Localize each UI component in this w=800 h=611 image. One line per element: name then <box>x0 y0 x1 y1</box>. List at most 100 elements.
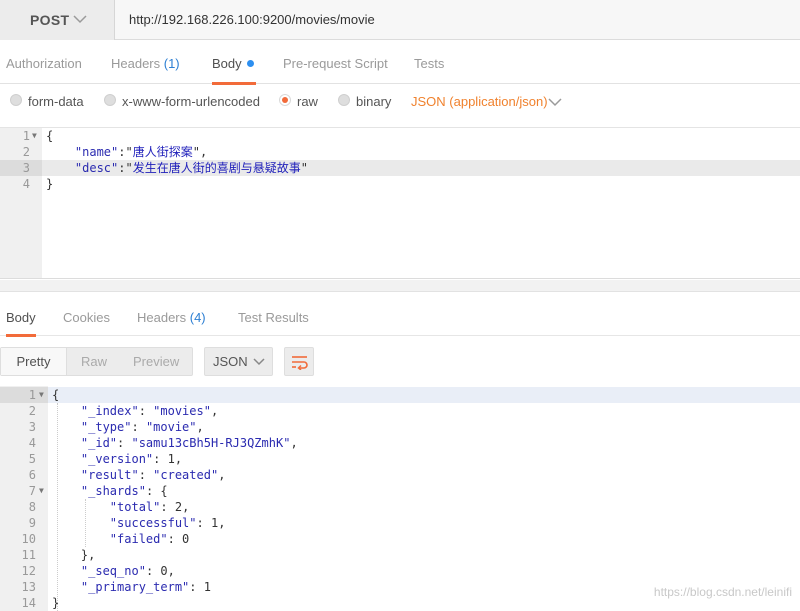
json-key: "_primary_term" <box>80 580 190 594</box>
json-number: 2 <box>174 500 183 514</box>
json-key: "successful" <box>109 516 197 530</box>
line-number: 7 <box>28 484 36 498</box>
tab-label: Cookies <box>63 310 110 325</box>
tab-label: Headers <box>111 56 164 71</box>
pane-divider[interactable] <box>0 280 800 292</box>
radio-form-data[interactable] <box>10 94 22 106</box>
tab-test-results[interactable]: Test Results <box>238 292 309 336</box>
active-line-highlight <box>48 387 800 403</box>
line-number: 14 <box>21 596 36 610</box>
chevron-down-icon <box>253 358 265 366</box>
view-raw-button[interactable]: Raw <box>81 348 107 375</box>
view-mode-group: Pretty Raw Preview <box>0 347 193 376</box>
line-number: 1 <box>22 129 30 143</box>
line-number: 2 <box>22 145 30 159</box>
content-type-select[interactable]: JSON (application/json) <box>411 94 548 109</box>
json-key: "total" <box>109 500 161 514</box>
line-number: 3 <box>28 420 36 434</box>
close-brace: } <box>46 177 54 191</box>
tab-label: Body <box>6 310 36 325</box>
json-key: "failed" <box>109 532 168 546</box>
response-body-viewer[interactable]: 1 2 3 4 5 6 7 8 9 10 11 12 13 14 ▼ ▼ { "… <box>0 386 800 611</box>
line-number: 4 <box>28 436 36 450</box>
tab-response-headers[interactable]: Headers (4) <box>137 292 206 336</box>
line-number: 1 <box>28 388 36 402</box>
request-body-editor[interactable]: 1 2 3 4 ▼ { "name":"唐人街探案", "desc":"发生在唐… <box>0 128 800 279</box>
fold-arrow-icon[interactable]: ▼ <box>32 128 37 144</box>
json-number: 0 <box>182 532 190 546</box>
format-label: JSON <box>213 354 248 369</box>
line-number: 9 <box>28 516 36 530</box>
tab-tests[interactable]: Tests <box>414 40 444 84</box>
radio-label-raw: raw <box>297 94 318 109</box>
json-key: "_type" <box>80 420 132 434</box>
response-tabs: Body Cookies Headers (4) Test Results <box>0 292 800 337</box>
json-number: 0 <box>160 564 168 578</box>
json-key: "_shards" <box>80 484 146 498</box>
word-wrap-icon <box>292 356 308 370</box>
json-key: "_id" <box>80 436 118 450</box>
radio-urlencoded[interactable] <box>104 94 116 106</box>
method-select[interactable]: POST <box>0 0 115 40</box>
fold-arrow-icon[interactable]: ▼ <box>39 387 44 403</box>
json-string: "movie" <box>145 420 197 434</box>
line-number: 8 <box>28 500 36 514</box>
tab-headers[interactable]: Headers (1) <box>111 40 180 84</box>
json-key: "_seq_no" <box>80 564 146 578</box>
request-tabs: Authorization Headers (1) Body Pre-reque… <box>0 40 800 85</box>
json-key: "desc" <box>74 161 119 175</box>
tab-cookies[interactable]: Cookies <box>63 292 110 336</box>
radio-label-form-data: form-data <box>28 94 84 109</box>
line-number: 6 <box>28 468 36 482</box>
json-string: 唐人街探案 <box>132 145 193 159</box>
json-string: 发生在唐人街的喜剧与悬疑故事 <box>132 161 301 175</box>
json-string: "movies" <box>153 404 211 418</box>
json-string: "created" <box>153 468 219 482</box>
tab-authorization[interactable]: Authorization <box>6 40 82 84</box>
fold-arrow-icon[interactable]: ▼ <box>39 483 44 499</box>
tab-label: Tests <box>414 56 445 71</box>
radio-binary[interactable] <box>338 94 350 106</box>
view-preview-button[interactable]: Preview <box>133 348 179 375</box>
radio-label-urlencoded: x-www-form-urlencoded <box>122 94 260 109</box>
word-wrap-button[interactable] <box>284 347 314 376</box>
tab-label: Headers <box>137 310 190 325</box>
line-number: 11 <box>21 548 36 562</box>
headers-count: (4) <box>189 310 206 325</box>
line-number: 4 <box>22 177 30 191</box>
tab-response-body[interactable]: Body <box>6 292 36 337</box>
modified-dot-icon <box>246 60 254 67</box>
url-input[interactable]: http://192.168.226.100:9200/movies/movie <box>115 0 800 40</box>
json-key: "name" <box>74 145 119 159</box>
line-number: 12 <box>21 564 36 578</box>
tab-label: Body <box>212 56 242 71</box>
json-number: 1 <box>167 452 175 466</box>
chevron-down-icon <box>73 15 87 24</box>
line-number: 3 <box>22 161 30 175</box>
tab-label: Pre-request Script <box>283 56 388 71</box>
request-url-bar: POST http://192.168.226.100:9200/movies/… <box>0 0 800 40</box>
tab-label: Authorization <box>6 56 82 71</box>
line-number: 10 <box>21 532 36 546</box>
tab-label: Test Results <box>238 310 309 325</box>
tab-body[interactable]: Body <box>212 40 256 85</box>
open-brace: { <box>46 129 54 143</box>
json-key: "_version" <box>80 452 154 466</box>
json-number: 1 <box>203 580 211 594</box>
json-key: "_index" <box>80 404 139 418</box>
body-type-row: form-data x-www-form-urlencoded raw bina… <box>0 84 800 128</box>
radio-raw[interactable] <box>279 94 291 106</box>
json-string: "samu13cBh5H-RJ3QZmhK" <box>131 436 291 450</box>
method-label: POST <box>30 12 70 28</box>
radio-label-binary: binary <box>356 94 392 109</box>
headers-count: (1) <box>163 56 180 71</box>
json-key: "result" <box>80 468 139 482</box>
line-number: 13 <box>21 580 36 594</box>
url-text: http://192.168.226.100:9200/movies/movie <box>129 12 375 27</box>
format-select[interactable]: JSON <box>204 347 273 376</box>
watermark: https://blog.csdn.net/leinifi <box>653 585 792 599</box>
tab-pre-request-script[interactable]: Pre-request Script <box>283 40 388 84</box>
view-pretty-button[interactable]: Pretty <box>1 348 67 375</box>
chevron-down-icon[interactable] <box>548 97 562 107</box>
line-number: 2 <box>28 404 36 418</box>
